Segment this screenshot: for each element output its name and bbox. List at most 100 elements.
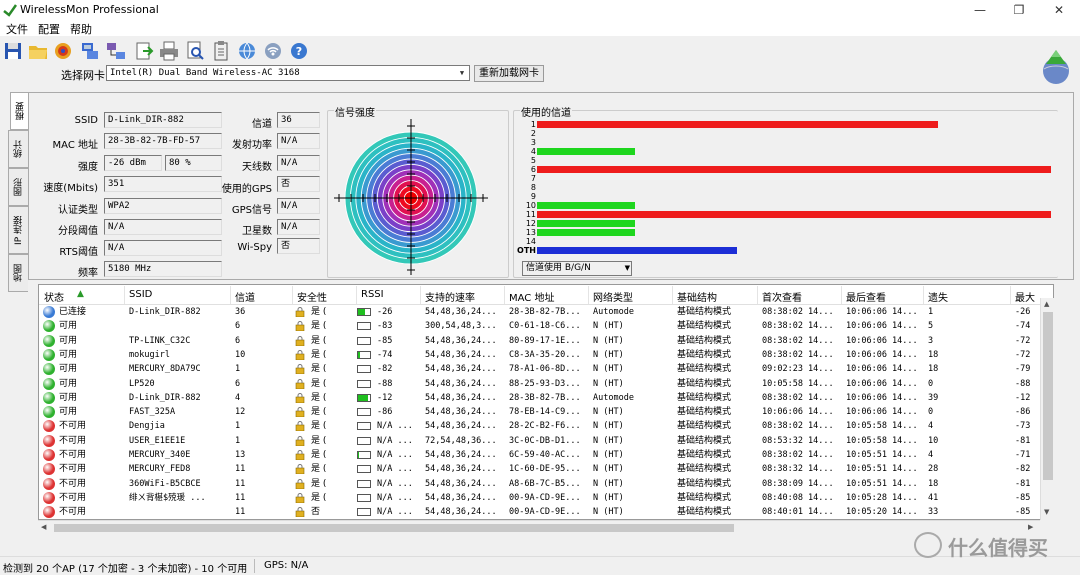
last-seen-cell: 10:06:06 14... <box>846 307 918 317</box>
card-select[interactable]: Intel(R) Dual Band Wireless-AC 3168 ▼ <box>106 65 470 81</box>
table-row[interactable]: 可用 mokugirl 10 是 (-74 54,48,36,24... C8-3A-35… <box>39 348 1043 362</box>
table-row[interactable]: 已连接 D-Link_DIR-882 36 是 (-26 54,48,36,24... 2… <box>39 305 1043 319</box>
column-divider[interactable] <box>757 286 758 304</box>
table-row[interactable]: 可用 TP-LINK_C32C 6 是 (-85 54,48,36,24... 80-89… <box>39 334 1043 348</box>
column-divider[interactable] <box>420 286 421 304</box>
table-row[interactable]: 可用 6 是 (-83 300,54,48,3... C0-61-18-C6... N (… <box>39 319 1043 333</box>
column-header[interactable]: 信道 <box>235 289 255 304</box>
horizontal-scrollbar[interactable]: ◀ ▶ <box>38 520 1040 534</box>
column-header[interactable]: 遗失 <box>928 289 948 304</box>
scroll-left-icon[interactable]: ◀ <box>41 523 46 531</box>
table-row[interactable]: 不可用 360WiFi-B5CBCE 11 是 (N/A ... 54,48,36,24… <box>39 477 1043 491</box>
column-divider[interactable] <box>588 286 589 304</box>
column-header[interactable]: 最后查看 <box>846 289 886 304</box>
column-header[interactable]: RSSI <box>361 289 384 300</box>
menu-file[interactable]: 文件 <box>6 21 28 37</box>
tab-graph[interactable]: 图形 <box>8 168 28 206</box>
column-header[interactable]: 支持的速率 <box>425 289 475 304</box>
table-row[interactable]: 不可用 USER_E1EE1E 1 是 (N/A ... 72,54,48,36... 3… <box>39 434 1043 448</box>
mac-cell: 00-9A-CD-9E... <box>509 492 581 503</box>
lock-icon <box>295 349 305 360</box>
connections-icon[interactable] <box>105 40 127 62</box>
print-icon[interactable] <box>158 40 180 62</box>
record-icon[interactable] <box>52 40 74 62</box>
table-row[interactable]: 不可用 绯ㄨ背椹$殑瑗 ... 11 是 (N/A ... 54,48,36,24...… <box>39 491 1043 505</box>
channel-label: 11 <box>525 210 536 219</box>
lock-icon <box>295 464 305 475</box>
column-header[interactable]: 状态 <box>44 289 64 304</box>
table-row[interactable]: 可用 MERCURY_8DA79C 1 是 (-82 54,48,36,24... 78-… <box>39 362 1043 376</box>
column-divider[interactable] <box>841 286 842 304</box>
wispy-value: 否 <box>277 238 320 254</box>
max-cell: -12 <box>1015 392 1031 403</box>
table-row[interactable]: 不可用 MERCURY_FED8 11 是 (N/A ... 54,48,36,24..… <box>39 462 1043 476</box>
column-divider[interactable] <box>504 286 505 304</box>
column-divider[interactable] <box>672 286 673 304</box>
print-preview-icon[interactable] <box>184 40 206 62</box>
rates-cell: 54,48,36,24... <box>425 464 497 475</box>
column-divider[interactable] <box>356 286 357 304</box>
column-header[interactable]: 网络类型 <box>593 289 633 304</box>
reload-card-button[interactable]: 重新加载网卡 <box>474 65 544 82</box>
rssi-cell: N/A ... <box>377 435 413 446</box>
table-row[interactable]: 不可用 Dengjia 1 是 (N/A ... 54,48,36,24... 28-2C… <box>39 419 1043 433</box>
max-cell: -81 <box>1015 435 1031 446</box>
scroll-right-icon[interactable]: ▶ <box>1028 523 1033 531</box>
column-header[interactable]: 最大 <box>1015 289 1035 304</box>
lost-cell: 0 <box>928 378 934 389</box>
column-divider[interactable] <box>1010 286 1011 304</box>
column-header[interactable]: SSID <box>129 289 152 300</box>
export-icon[interactable] <box>133 40 155 62</box>
save-icon[interactable] <box>2 40 24 62</box>
column-header[interactable]: 基础结构 <box>677 289 717 304</box>
security-cell: 是 ( <box>311 335 327 346</box>
web-icon[interactable] <box>236 40 258 62</box>
tab-ip-connection[interactable]: IP 连接 <box>8 206 28 254</box>
chevron-down-icon[interactable]: ▼ <box>625 262 630 275</box>
clipboard-icon[interactable] <box>210 40 232 62</box>
tab-statistics[interactable]: 统计 <box>8 130 28 168</box>
table-row[interactable]: 可用 LP520 6 是 (-88 54,48,36,24... 88-25-93-D3.… <box>39 377 1043 391</box>
network-cards-icon[interactable] <box>79 40 101 62</box>
lost-cell: 4 <box>928 450 934 460</box>
channel-usage-select[interactable]: 信道使用 B/G/N ▼ <box>522 261 632 276</box>
close-button[interactable]: ✕ <box>1041 0 1077 20</box>
column-divider[interactable] <box>292 286 293 304</box>
vertical-scrollbar[interactable]: ▲ ▼ <box>1040 298 1054 520</box>
help-icon[interactable]: ? <box>288 40 310 62</box>
tab-map[interactable]: 地图 <box>8 254 28 292</box>
scroll-down-icon[interactable]: ▼ <box>1044 508 1049 516</box>
column-divider[interactable] <box>124 286 125 304</box>
security-cell: 否 <box>311 507 321 518</box>
vertical-scroll-thumb[interactable] <box>1043 312 1053 480</box>
menu-config[interactable]: 配置 <box>38 21 60 37</box>
rssi-cell: -88 <box>377 378 393 389</box>
channel-label: 3 <box>530 138 536 147</box>
open-folder-icon[interactable] <box>27 40 49 62</box>
column-header[interactable]: MAC 地址 <box>509 289 554 304</box>
last-seen-cell: 10:05:51 14... <box>846 478 918 489</box>
scroll-up-icon[interactable]: ▲ <box>1044 300 1049 308</box>
rssi-meter <box>357 465 371 474</box>
tab-summary[interactable]: 概要 <box>10 92 30 130</box>
column-header[interactable]: 首次查看 <box>762 289 802 304</box>
wireless-icon[interactable] <box>262 40 284 62</box>
minimize-button[interactable]: — <box>962 0 998 20</box>
column-divider[interactable] <box>923 286 924 304</box>
channel-cell: 11 <box>235 507 246 518</box>
maximize-button[interactable]: ❐ <box>1001 0 1037 20</box>
max-cell: -73 <box>1015 421 1031 432</box>
chevron-down-icon[interactable]: ▼ <box>456 67 468 79</box>
tab-ip-label: IP 连接 <box>14 215 24 245</box>
menu-help[interactable]: 帮助 <box>70 21 92 37</box>
table-row[interactable]: 不可用 MERCURY_340E 13 是 (N/A ... 54,48,36,24..… <box>39 448 1043 462</box>
table-row[interactable]: 可用 D-Link_DIR-882 4 是 (-12 54,48,36,24... 28-… <box>39 391 1043 405</box>
column-header[interactable]: 安全性 <box>297 289 327 304</box>
security-cell: 是 ( <box>311 450 327 460</box>
network-type-cell: N (HT) <box>593 435 624 446</box>
table-row[interactable]: 可用 FAST_325A 12 是 (-86 54,48,36,24... 78-EB-1… <box>39 405 1043 419</box>
horizontal-scroll-thumb[interactable] <box>54 524 734 532</box>
sort-ascending-icon[interactable]: ▲ <box>77 289 84 299</box>
table-row[interactable]: 不可用 11 否 N/A ... 54,48,36,24... 00-9A-CD-9E..… <box>39 505 1043 519</box>
column-divider[interactable] <box>230 286 231 304</box>
